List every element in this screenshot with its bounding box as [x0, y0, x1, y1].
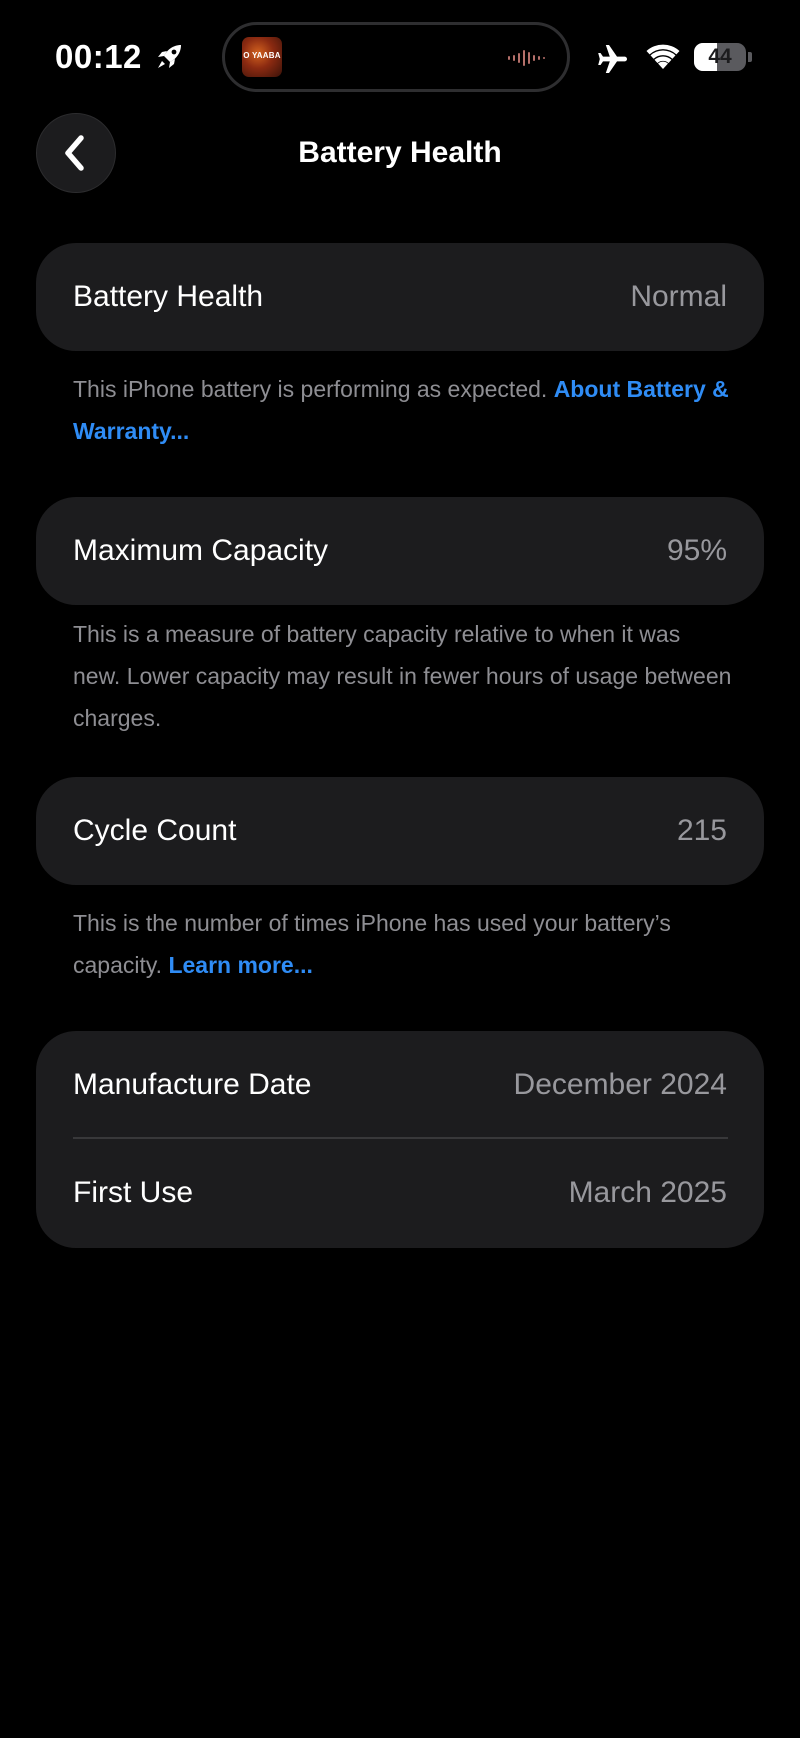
dynamic-island[interactable]: O YAABA — [222, 22, 570, 92]
battery-health-note-text: This iPhone battery is performing as exp… — [73, 376, 554, 402]
status-bar: 00:12 O YAABA 44 — [0, 0, 800, 118]
album-art: O YAABA — [242, 37, 282, 77]
battery-health-card: Battery Health Normal — [36, 243, 764, 351]
battery-health-row: Battery Health Normal — [36, 243, 764, 351]
maximum-capacity-card: Maximum Capacity 95% — [36, 497, 764, 605]
battery-health-value: Normal — [630, 280, 727, 313]
manufacture-date-row: Manufacture Date December 2024 — [36, 1031, 764, 1139]
maximum-capacity-label: Maximum Capacity — [73, 534, 329, 567]
battery-percent: 44 — [708, 45, 732, 68]
cycle-count-row: Cycle Count 215 — [36, 777, 764, 885]
airplane-icon — [598, 45, 627, 73]
cycle-count-label: Cycle Count — [73, 814, 237, 847]
battery-indicator: 44 — [694, 43, 752, 71]
cycle-count-note: This is the number of times iPhone has u… — [73, 902, 733, 986]
manufacture-date-label: Manufacture Date — [73, 1068, 312, 1101]
first-use-value: March 2025 — [568, 1176, 727, 1209]
maximum-capacity-value: 95% — [666, 534, 727, 567]
first-use-label: First Use — [73, 1176, 193, 1209]
maximum-capacity-row: Maximum Capacity 95% — [36, 497, 764, 605]
battery-health-note: This iPhone battery is performing as exp… — [73, 368, 733, 452]
maximum-capacity-note: This is a measure of battery capacity re… — [73, 621, 732, 731]
wifi-icon — [646, 44, 680, 69]
cycle-count-card: Cycle Count 215 — [36, 777, 764, 885]
cycle-count-note-text: This is the number of times iPhone has u… — [73, 910, 671, 978]
waveform-icon — [508, 50, 545, 66]
rocket-icon — [158, 45, 181, 68]
manufacture-date-value: December 2024 — [513, 1068, 727, 1101]
learn-more-link[interactable]: Learn more... — [168, 952, 312, 978]
page-title: Battery Health — [298, 136, 502, 169]
first-use-row: First Use March 2025 — [36, 1139, 764, 1247]
status-time: 00:12 — [55, 38, 142, 75]
cycle-count-value: 215 — [676, 814, 727, 847]
album-title: O YAABA — [243, 51, 281, 60]
dates-card: Manufacture Date December 2024 First Use… — [36, 1031, 764, 1248]
battery-health-label: Battery Health — [73, 280, 264, 313]
